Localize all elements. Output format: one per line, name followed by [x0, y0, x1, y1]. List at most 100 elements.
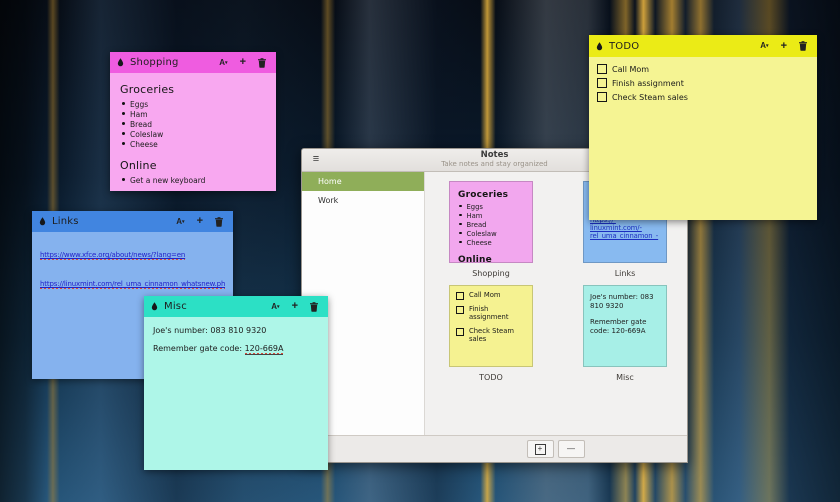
bullet-text: Get a new keyboard — [130, 176, 205, 185]
desktop: ≡ Notes Take notes and stay organized Ho… — [0, 0, 840, 502]
note-card-todo[interactable]: Call MomFinish assignmentCheck Steam sal… — [449, 285, 533, 367]
note-heading: Online — [120, 159, 266, 172]
bullet-item: Bread — [122, 120, 266, 129]
sticky-note-misc: Misc A▾ + Joe's number: 083 810 9320 Rem… — [144, 296, 328, 470]
checkbox[interactable] — [456, 328, 464, 336]
checkbox[interactable] — [597, 92, 607, 102]
misc-line-phone: Joe's number: 083 810 9320 — [153, 326, 319, 335]
bullet-dot — [459, 223, 462, 226]
trash-icon — [799, 41, 807, 51]
bullet-dot — [459, 214, 462, 217]
font-icon: A▾ — [271, 303, 279, 311]
todo-label: Finish assignment — [469, 305, 527, 322]
note-card-misc[interactable]: Joe's number: 083 810 9320 Remember gate … — [583, 285, 667, 367]
bullet-item: Ham — [459, 212, 526, 220]
todo-label: Check Steam sales — [469, 327, 527, 344]
sticky-title: Links — [52, 216, 167, 227]
checkbox[interactable] — [597, 78, 607, 88]
bullet-item: Ham — [122, 110, 266, 119]
more-button[interactable]: — — [558, 440, 585, 458]
bullet-text: Cheese — [467, 239, 492, 247]
delete-note-button[interactable] — [255, 52, 269, 73]
font-icon: A▾ — [219, 59, 227, 67]
sticky-misc-body[interactable]: Joe's number: 083 810 9320 Remember gate… — [144, 317, 328, 470]
droplet-icon — [39, 217, 46, 226]
droplet-icon — [151, 302, 158, 311]
bullet-text: Ham — [130, 110, 148, 119]
delete-note-button[interactable] — [307, 296, 321, 317]
note-card-label: Misc — [583, 373, 667, 382]
bullet-item: Eggs — [459, 203, 526, 211]
note-card-shopping[interactable]: GroceriesEggsHamBreadColeslawCheeseOnlin… — [449, 181, 533, 263]
sticky-note-shopping: Shopping A▾ + GroceriesEggsHamBreadColes… — [110, 52, 276, 191]
note-text-line: Joe's number: 083 810 9320 — [590, 293, 660, 311]
sticky-title: Shopping — [130, 57, 210, 68]
note-card-slot: Joe's number: 083 810 9320 Remember gate … — [583, 285, 667, 382]
plus-icon: + — [781, 41, 787, 52]
todo-item: Finish assignment — [456, 305, 527, 322]
new-note-button[interactable]: + — [289, 296, 301, 317]
font-button[interactable]: A▾ — [173, 211, 187, 232]
checkbox[interactable] — [456, 306, 464, 314]
new-note-button[interactable]: + — [527, 440, 554, 458]
bullet-dot — [459, 241, 462, 244]
hyperlink[interactable]: https://linuxmint.com/rel_uma_cinnamon_w… — [40, 280, 225, 289]
menu-button[interactable]: ≡ — [308, 152, 324, 167]
checkbox[interactable] — [597, 64, 607, 74]
sidebar-item-work[interactable]: Work — [302, 191, 424, 210]
todo-item: Call Mom — [597, 64, 809, 74]
todo-label: Finish assignment — [612, 79, 684, 88]
checkbox[interactable] — [456, 292, 464, 300]
droplet-icon — [596, 42, 603, 51]
note-card-label: Shopping — [449, 269, 533, 278]
sticky-misc-header[interactable]: Misc A▾ + — [144, 296, 328, 317]
add-note-icon: + — [535, 444, 546, 455]
hyperlink-line: linuxmint.com/- — [590, 224, 660, 232]
sidebar-item-home[interactable]: Home — [302, 172, 424, 191]
new-note-button[interactable]: + — [778, 35, 790, 57]
plus-icon: + — [240, 57, 246, 68]
new-note-button[interactable]: + — [194, 211, 206, 232]
bullet-text: Ham — [467, 212, 483, 220]
sticky-note-todo: TODO A▾ + Call MomFinish assignmentCheck… — [589, 35, 817, 220]
font-button[interactable]: A▾ — [216, 52, 230, 73]
note-card-slot: Call MomFinish assignmentCheck Steam sal… — [449, 285, 533, 382]
bullet-item: Coleslaw — [459, 230, 526, 238]
todo-label: Call Mom — [612, 65, 649, 74]
sticky-shopping-body[interactable]: GroceriesEggsHamBreadColeslawCheeseOnlin… — [110, 73, 276, 191]
font-button[interactable]: A▾ — [268, 296, 282, 317]
note-card-slot: GroceriesEggsHamBreadColeslawCheeseOnlin… — [449, 181, 533, 278]
delete-note-button[interactable] — [212, 211, 226, 232]
bullet-dot — [122, 112, 125, 115]
note-heading: Groceries — [120, 83, 266, 96]
hyperlink[interactable]: https://www.xfce.org/about/news/?lang=en — [40, 251, 185, 260]
note-card-label: TODO — [449, 373, 533, 382]
sticky-todo-body[interactable]: Call MomFinish assignmentCheck Steam sal… — [589, 57, 817, 220]
hyperlink-line: rel_uma_cinnamon_- — [590, 232, 660, 240]
bullet-dot — [122, 122, 125, 125]
font-button[interactable]: A▾ — [757, 35, 771, 57]
misc-line-gate-code: Remember gate code: 120-669A — [153, 344, 319, 353]
sticky-shopping-header[interactable]: Shopping A▾ + — [110, 52, 276, 73]
note-heading: Groceries — [458, 190, 524, 200]
minus-icon: — — [567, 445, 575, 453]
bullet-dot — [459, 205, 462, 208]
link-line: https://linuxmint.com/rel_uma_cinnamon_w… — [40, 271, 225, 290]
bullet-item: Bread — [459, 221, 526, 229]
sticky-title: TODO — [609, 41, 751, 52]
plus-icon: + — [197, 216, 203, 227]
note-card-label: Links — [583, 269, 667, 278]
trash-icon — [258, 58, 266, 68]
note-text-line: Remember gate code: 120-669A — [590, 318, 660, 336]
delete-note-button[interactable] — [796, 35, 810, 57]
new-note-button[interactable]: + — [237, 52, 249, 73]
bullet-dot — [122, 132, 125, 135]
bullet-dot — [122, 102, 125, 105]
bullet-item: Cheese — [122, 140, 266, 149]
sticky-todo-header[interactable]: TODO A▾ + — [589, 35, 817, 57]
sticky-title: Misc — [164, 301, 262, 312]
bullet-dot — [459, 232, 462, 235]
bullet-text: Bread — [130, 120, 152, 129]
bullet-text: Eggs — [130, 100, 148, 109]
sticky-links-header[interactable]: Links A▾ + — [32, 211, 233, 232]
